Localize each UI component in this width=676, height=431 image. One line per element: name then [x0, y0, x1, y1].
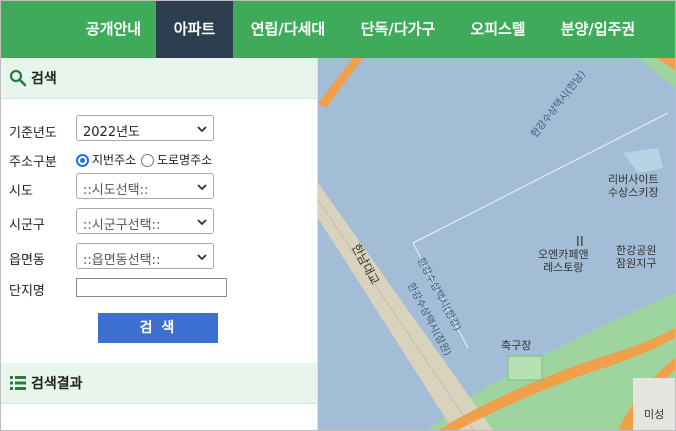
nav-item-label: 연립/다세대	[250, 20, 326, 38]
list-icon	[10, 376, 26, 390]
map-label-ski-station: 리버사이트 수상스키장	[608, 173, 659, 199]
year-label: 기준년도	[9, 126, 57, 141]
nav-item-apartment[interactable]: 아파트	[156, 1, 233, 58]
nav-item-label: 분양/입주권	[560, 20, 636, 38]
results-panel-title: 검색결과	[31, 376, 83, 392]
top-navigation: 공개안내 아파트 연립/다세대 단독/다가구 오피스텔 분양/입주권	[1, 1, 675, 58]
nav-item-public-notice[interactable]: 공개안내	[71, 1, 156, 58]
nav-item-detached-house[interactable]: 단독/다가구	[343, 1, 453, 58]
results-panel-header: 검색결과	[1, 363, 317, 404]
year-select-value: 2022년도	[83, 125, 141, 140]
nav-item-label: 단독/다가구	[360, 20, 436, 38]
nav-item-row-house[interactable]: 연립/다세대	[233, 1, 343, 58]
radio-road-label: 도로명주소	[157, 153, 213, 167]
map-label-cafe: 오엔카페앤 레스토랑	[538, 248, 589, 274]
eupmyeondong-select-value: ::읍면동선택::	[83, 253, 161, 268]
map-label-soccer: 축구장	[501, 339, 532, 352]
complex-name-label: 단지명	[9, 284, 45, 299]
sigungu-label: 시군구	[9, 218, 45, 233]
nav-item-label: 아파트	[173, 20, 216, 38]
radio-jibun-label: 지번주소	[92, 153, 137, 167]
radio-road-address[interactable]	[141, 154, 154, 167]
chevron-down-icon	[197, 254, 207, 261]
sido-label: 시도	[9, 184, 33, 199]
building-block	[633, 378, 675, 430]
sido-select-value: ::시도선택::	[83, 183, 149, 198]
chevron-down-icon	[197, 184, 207, 191]
map-label-park: 한강공원 잠원지구	[616, 244, 657, 270]
soccer-field	[507, 355, 543, 381]
eupmyeondong-label: 읍면동	[9, 253, 45, 268]
nav-item-label: 오피스텔	[470, 20, 526, 38]
sigungu-select[interactable]: ::시군구선택::	[76, 208, 214, 234]
nav-item-label: 공개안내	[85, 20, 142, 38]
map-view[interactable]: 한남대교 한강수상택시(한남) 한강수상택시(한강) 한강수상택시(잠원) 리버…	[318, 58, 675, 430]
search-panel-header: 검색	[1, 58, 317, 99]
radio-jibun-address[interactable]	[76, 154, 89, 167]
sigungu-select-value: ::시군구선택::	[83, 218, 161, 233]
complex-name-input[interactable]	[76, 278, 227, 297]
search-icon	[9, 69, 27, 87]
chevron-down-icon	[197, 219, 207, 226]
search-panel-title: 검색	[31, 71, 57, 87]
map-label-bottom-right: 미성	[644, 408, 665, 421]
app-window: 공개안내 아파트 연립/다세대 단독/다가구 오피스텔 분양/입주권 검색 기준…	[0, 0, 676, 431]
nav-item-officetel[interactable]: 오피스텔	[453, 1, 543, 58]
eupmyeondong-select[interactable]: ::읍면동선택::	[76, 243, 214, 269]
nav-item-presale[interactable]: 분양/입주권	[543, 1, 653, 58]
address-type-label: 주소구분	[9, 155, 57, 170]
search-button[interactable]: 검 색	[98, 313, 218, 343]
chevron-down-icon	[197, 126, 207, 133]
year-select[interactable]: 2022년도	[76, 115, 214, 141]
sido-select[interactable]: ::시도선택::	[76, 173, 214, 199]
